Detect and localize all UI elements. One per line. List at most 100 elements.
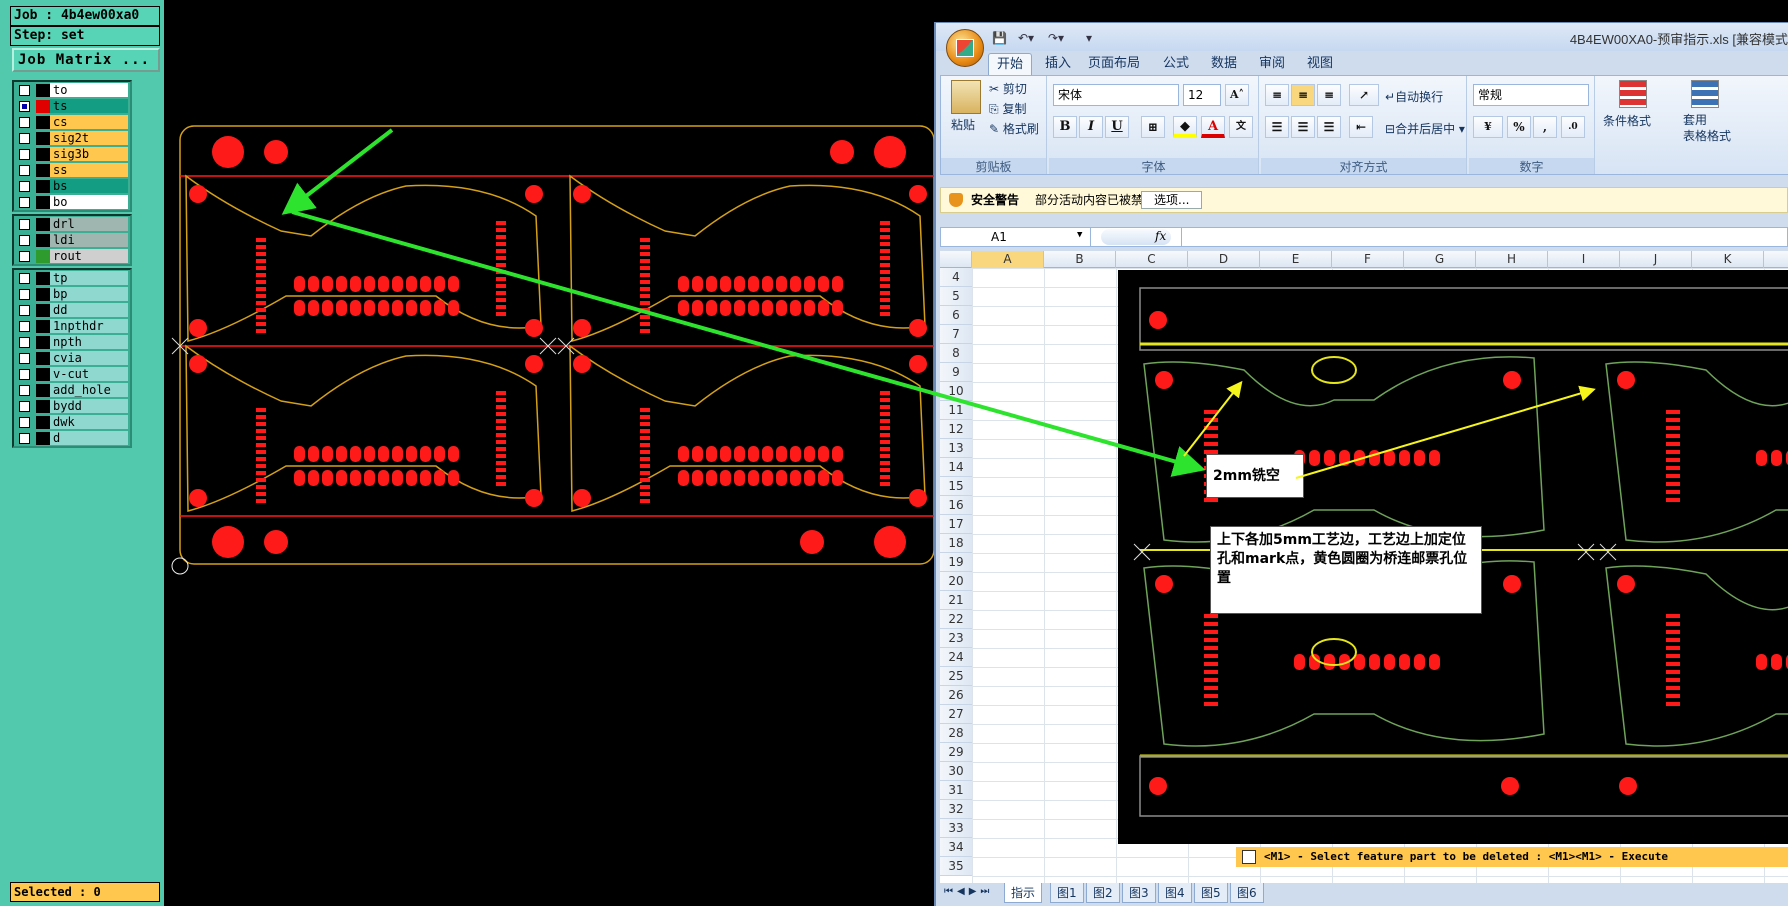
layer-row[interactable]: drl — [14, 216, 130, 232]
column-header[interactable]: F — [1332, 251, 1404, 268]
row-header[interactable]: 29 — [940, 743, 972, 762]
layer-row[interactable]: rout — [14, 248, 130, 264]
ribbon-tab[interactable]: 插入 — [1036, 53, 1080, 75]
layer-checkbox[interactable] — [19, 116, 30, 128]
row-header[interactable]: 18 — [940, 534, 972, 553]
layer-name[interactable]: v-cut — [50, 367, 128, 381]
undo-icon[interactable]: ↶▾ — [1018, 30, 1034, 46]
layer-checkbox[interactable] — [19, 84, 30, 96]
layer-name[interactable]: bs — [50, 179, 128, 193]
column-header[interactable]: D — [1188, 251, 1260, 268]
layer-checkbox[interactable] — [19, 234, 30, 246]
column-header[interactable]: C — [1116, 251, 1188, 268]
security-options-button[interactable]: 选项... — [1141, 191, 1203, 209]
layer-row[interactable]: bp — [14, 286, 130, 302]
fill-color-icon[interactable]: ◆ — [1173, 116, 1197, 138]
process-edge-note[interactable]: 上下各加5mm工艺边，工艺边上加定位孔和mark点，黄色圆圈为桥连邮票孔位置 — [1210, 526, 1482, 614]
row-header[interactable]: 25 — [940, 667, 972, 686]
layer-row[interactable]: ldi — [14, 232, 130, 248]
layer-checkbox[interactable] — [19, 432, 30, 444]
row-header[interactable]: 16 — [940, 496, 972, 515]
row-header[interactable]: 31 — [940, 781, 972, 800]
comma-icon[interactable]: , — [1533, 116, 1557, 138]
layer-checkbox[interactable] — [19, 148, 30, 160]
italic-icon[interactable]: I — [1079, 116, 1103, 138]
layer-checkbox[interactable] — [19, 320, 30, 332]
column-header[interactable]: I — [1548, 251, 1620, 268]
layer-checkbox[interactable] — [19, 336, 30, 348]
layer-row[interactable]: bydd — [14, 398, 130, 414]
row-header[interactable]: 22 — [940, 610, 972, 629]
layer-name[interactable]: tp — [50, 271, 128, 285]
layer-checkbox[interactable] — [19, 180, 30, 192]
layer-row[interactable]: cs — [14, 114, 130, 130]
sheet-tab[interactable]: 图3 — [1122, 883, 1156, 903]
align-top-icon[interactable]: ≡ — [1265, 84, 1289, 106]
layer-checkbox[interactable] — [19, 368, 30, 380]
row-header[interactable]: 23 — [940, 629, 972, 648]
row-header[interactable]: 35 — [940, 857, 972, 876]
currency-icon[interactable]: ¥ — [1473, 116, 1503, 138]
row-header[interactable]: 21 — [940, 591, 972, 610]
layer-row[interactable]: tp — [14, 270, 130, 286]
sheet-tab[interactable]: 图2 — [1086, 883, 1120, 903]
row-header[interactable]: 30 — [940, 762, 972, 781]
table-format-button[interactable]: 套用 表格格式 — [1683, 112, 1731, 144]
paste-icon[interactable] — [951, 80, 981, 114]
layer-name[interactable]: ldi — [50, 233, 128, 247]
align-middle-icon[interactable]: ≡ — [1291, 84, 1315, 106]
layer-row[interactable]: sig3b — [14, 146, 130, 162]
row-header[interactable]: 28 — [940, 724, 972, 743]
row-header[interactable]: 11 — [940, 401, 972, 420]
sheet-tab[interactable]: 图6 — [1230, 883, 1264, 903]
row-header[interactable]: 27 — [940, 705, 972, 724]
bold-icon[interactable]: B — [1053, 116, 1077, 138]
row-header[interactable]: 20 — [940, 572, 972, 591]
select-all-corner[interactable] — [940, 251, 972, 268]
row-header[interactable]: 32 — [940, 800, 972, 819]
layer-row[interactable]: 1npthdr — [14, 318, 130, 334]
column-header[interactable]: J — [1620, 251, 1692, 268]
row-header[interactable]: 9 — [940, 363, 972, 382]
layer-name[interactable]: npth — [50, 335, 128, 349]
qat-customize-icon[interactable]: ▾ — [1086, 30, 1092, 46]
column-header[interactable]: E — [1260, 251, 1332, 268]
sheet-tab[interactable]: 图1 — [1050, 883, 1084, 903]
column-header[interactable]: H — [1476, 251, 1548, 268]
ribbon-tab[interactable]: 审阅 — [1250, 53, 1294, 75]
sheet-tab[interactable]: 指示 — [1004, 883, 1043, 903]
layer-name[interactable]: bp — [50, 287, 128, 301]
percent-icon[interactable]: % — [1507, 116, 1531, 138]
layer-name[interactable]: cvia — [50, 351, 128, 365]
row-header[interactable]: 17 — [940, 515, 972, 534]
column-header[interactable]: B — [1044, 251, 1116, 268]
office-button[interactable] — [946, 29, 984, 67]
fx-icon[interactable]: fx — [1155, 229, 1166, 243]
layer-checkbox[interactable] — [19, 416, 30, 428]
layer-name[interactable]: sig2t — [50, 131, 128, 145]
row-header[interactable]: 12 — [940, 420, 972, 439]
paste-button[interactable]: 粘贴 — [951, 116, 975, 133]
row-header[interactable]: 7 — [940, 325, 972, 344]
ribbon-tab[interactable]: 页面布局 — [1082, 53, 1146, 75]
layer-name[interactable]: bydd — [50, 399, 128, 413]
layer-name[interactable]: ts — [50, 99, 128, 113]
formula-input[interactable] — [1181, 228, 1788, 246]
font-size-select[interactable]: 12 — [1183, 84, 1221, 106]
layer-row[interactable]: cvia — [14, 350, 130, 366]
grow-font-icon[interactable]: A˄ — [1225, 84, 1249, 106]
align-left-icon[interactable]: ☰ — [1265, 116, 1289, 138]
layer-name[interactable]: cs — [50, 115, 128, 129]
row-header[interactable]: 10 — [940, 382, 972, 401]
row-header[interactable]: 4 — [940, 268, 972, 287]
layer-row[interactable]: bs — [14, 178, 130, 194]
merge-center-button[interactable]: ⊟合并后居中 ▾ — [1385, 120, 1465, 137]
layer-name[interactable]: add_hole — [50, 383, 128, 397]
sheet-tab[interactable]: 图5 — [1194, 883, 1228, 903]
column-header[interactable]: K — [1692, 251, 1764, 268]
layer-name[interactable]: to — [50, 83, 128, 97]
layer-checkbox[interactable] — [19, 164, 30, 176]
layer-checkbox[interactable] — [19, 272, 30, 284]
conditional-format-button[interactable]: 条件格式 — [1603, 112, 1651, 129]
border-icon[interactable]: ⊞ — [1141, 116, 1165, 138]
